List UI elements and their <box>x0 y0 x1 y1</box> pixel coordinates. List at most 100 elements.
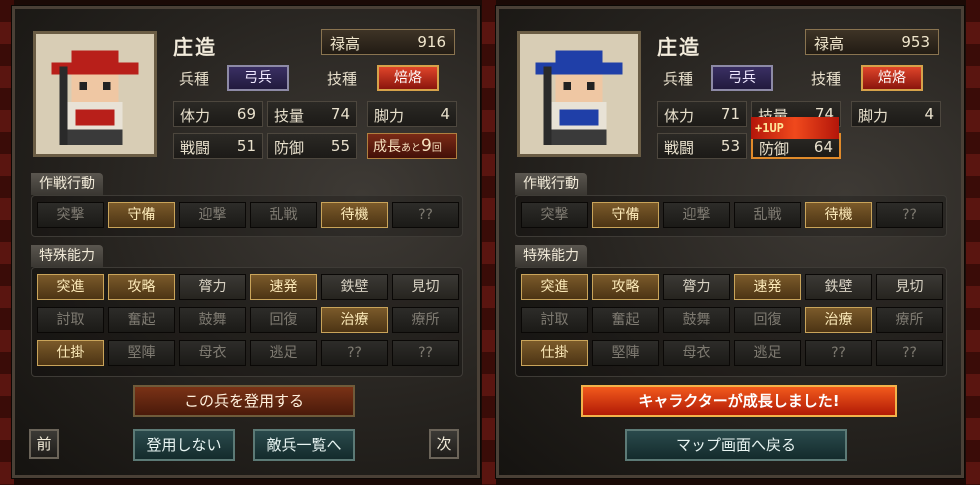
skill-type-label: 技種 <box>327 70 358 88</box>
ability-button[interactable]: 鉄壁 <box>321 274 388 300</box>
ability-button[interactable]: ?? <box>392 340 459 366</box>
ability-button[interactable]: 逃足 <box>734 340 801 366</box>
ability-button[interactable]: 仕掛 <box>37 340 104 366</box>
ability-button[interactable]: 鉄壁 <box>805 274 872 300</box>
ability-button[interactable]: 母衣 <box>179 340 246 366</box>
skill-type-chip: 焙烙 <box>377 65 439 91</box>
prev-button[interactable]: 前 <box>29 429 59 459</box>
ability-button[interactable]: 突進 <box>521 274 588 300</box>
next-button[interactable]: 次 <box>429 429 459 459</box>
ability-button[interactable]: 討取 <box>37 307 104 333</box>
growth-small: あと <box>401 143 421 154</box>
ability-button[interactable]: 鼓舞 <box>663 307 730 333</box>
enemy-list-button[interactable]: 敵兵一覧へ <box>253 429 355 461</box>
troop-type-label: 兵種 <box>179 70 210 88</box>
ability-button[interactable]: 膂力 <box>179 274 246 300</box>
tactic-button[interactable]: ?? <box>392 202 459 228</box>
tactic-button[interactable]: 待機 <box>805 202 872 228</box>
skill-type-row: 技種 <box>805 65 865 91</box>
background-middle-strip <box>482 0 496 485</box>
stat-label: 戦闘 <box>664 139 695 157</box>
ability-button[interactable]: 鼓舞 <box>179 307 246 333</box>
ability-button[interactable]: 突進 <box>37 274 104 300</box>
stat-label: 体力 <box>664 107 695 125</box>
stat-value: 64 <box>813 138 833 156</box>
tactic-button[interactable]: 守備 <box>592 202 659 228</box>
troop-type-chip: 弓兵 <box>227 65 289 91</box>
ability-button[interactable]: ?? <box>876 340 943 366</box>
ability-button[interactable]: 母衣 <box>663 340 730 366</box>
ability-button[interactable]: 討取 <box>521 307 588 333</box>
ability-button[interactable]: 回復 <box>250 307 317 333</box>
stat-speed: 脚力 4 <box>851 101 941 127</box>
salary-value: 953 <box>901 33 930 51</box>
tactic-button[interactable]: 突撃 <box>37 202 104 228</box>
troop-type-chip: 弓兵 <box>711 65 773 91</box>
ability-button[interactable]: ?? <box>321 340 388 366</box>
ability-button[interactable]: 膂力 <box>663 274 730 300</box>
troop-type-label: 兵種 <box>663 70 694 88</box>
ability-button[interactable]: 速発 <box>250 274 317 300</box>
character-portrait-blue <box>517 31 641 157</box>
tactic-button[interactable]: 待機 <box>321 202 388 228</box>
character-name: 庄造 <box>657 35 701 59</box>
ability-button[interactable]: 仕掛 <box>521 340 588 366</box>
ability-button[interactable]: 治療 <box>805 307 872 333</box>
recruit-button[interactable]: この兵を登用する <box>133 385 355 417</box>
skill-type-label: 技種 <box>811 70 842 88</box>
character-portrait-red <box>33 31 157 157</box>
growth-banner: キャラクターが成長しました! <box>581 385 897 417</box>
growth-suffix: 回 <box>431 143 442 154</box>
tactic-button[interactable]: 迎撃 <box>179 202 246 228</box>
salary-box: 禄高 916 <box>321 29 455 55</box>
salary-box: 禄高 953 <box>805 29 939 55</box>
ability-button[interactable]: 堅陣 <box>592 340 659 366</box>
salary-label: 禄高 <box>814 35 845 53</box>
stat-value: 74 <box>330 105 350 123</box>
ability-button[interactable]: 見切 <box>392 274 459 300</box>
stat-defense: 防御 55 <box>267 133 357 159</box>
ability-button[interactable]: ?? <box>805 340 872 366</box>
skill-type-chip: 焙烙 <box>861 65 923 91</box>
ability-button[interactable]: 逃足 <box>250 340 317 366</box>
tactic-button[interactable]: 乱戦 <box>734 202 801 228</box>
tactic-button[interactable]: 乱戦 <box>250 202 317 228</box>
ability-button[interactable]: 堅陣 <box>108 340 175 366</box>
tactics-header: 作戦行動 <box>31 173 103 195</box>
ability-button[interactable]: 奮起 <box>592 307 659 333</box>
stat-label: 技量 <box>274 107 305 125</box>
recruit-panel: 庄造 禄高 916 兵種 弓兵 技種 焙烙 体力 69 技量 74 脚力 4 戦闘 51… <box>11 5 481 479</box>
stat-label: 脚力 <box>374 107 405 125</box>
ability-button[interactable]: 速発 <box>734 274 801 300</box>
ability-button[interactable]: 回復 <box>734 307 801 333</box>
stat-skill: 技量 74 <box>267 101 357 127</box>
ability-button[interactable]: 攻略 <box>592 274 659 300</box>
ability-button[interactable]: 奮起 <box>108 307 175 333</box>
skill-type-row: 技種 <box>321 65 381 91</box>
decline-button[interactable]: 登用しない <box>133 429 235 461</box>
stat-value: 4 <box>924 105 934 123</box>
growth-prefix: 成長 <box>373 139 401 155</box>
ability-button[interactable]: 見切 <box>876 274 943 300</box>
ability-button[interactable]: 療所 <box>392 307 459 333</box>
ability-button[interactable]: 治療 <box>321 307 388 333</box>
tactic-button[interactable]: 守備 <box>108 202 175 228</box>
background-right-strip <box>966 0 980 485</box>
stat-value: 69 <box>236 105 256 123</box>
tactic-button[interactable]: 突撃 <box>521 202 588 228</box>
tactic-button[interactable]: 迎撃 <box>663 202 730 228</box>
back-to-map-button[interactable]: マップ画面へ戻る <box>625 429 847 461</box>
stat-label: 脚力 <box>858 107 889 125</box>
growth-remaining-badge: 成長あと9回 <box>367 133 457 159</box>
tactic-button[interactable]: ?? <box>876 202 943 228</box>
level-up-flash: +1UP <box>751 117 839 139</box>
stat-label: 防御 <box>759 140 790 158</box>
stat-combat: 戦闘 51 <box>173 133 263 159</box>
abilities-header: 特殊能力 <box>31 245 103 267</box>
ability-button[interactable]: 攻略 <box>108 274 175 300</box>
stat-value: 71 <box>720 105 740 123</box>
stat-value: 53 <box>720 137 740 155</box>
stat-combat: 戦闘 53 <box>657 133 747 159</box>
ability-button[interactable]: 療所 <box>876 307 943 333</box>
abilities-header: 特殊能力 <box>515 245 587 267</box>
